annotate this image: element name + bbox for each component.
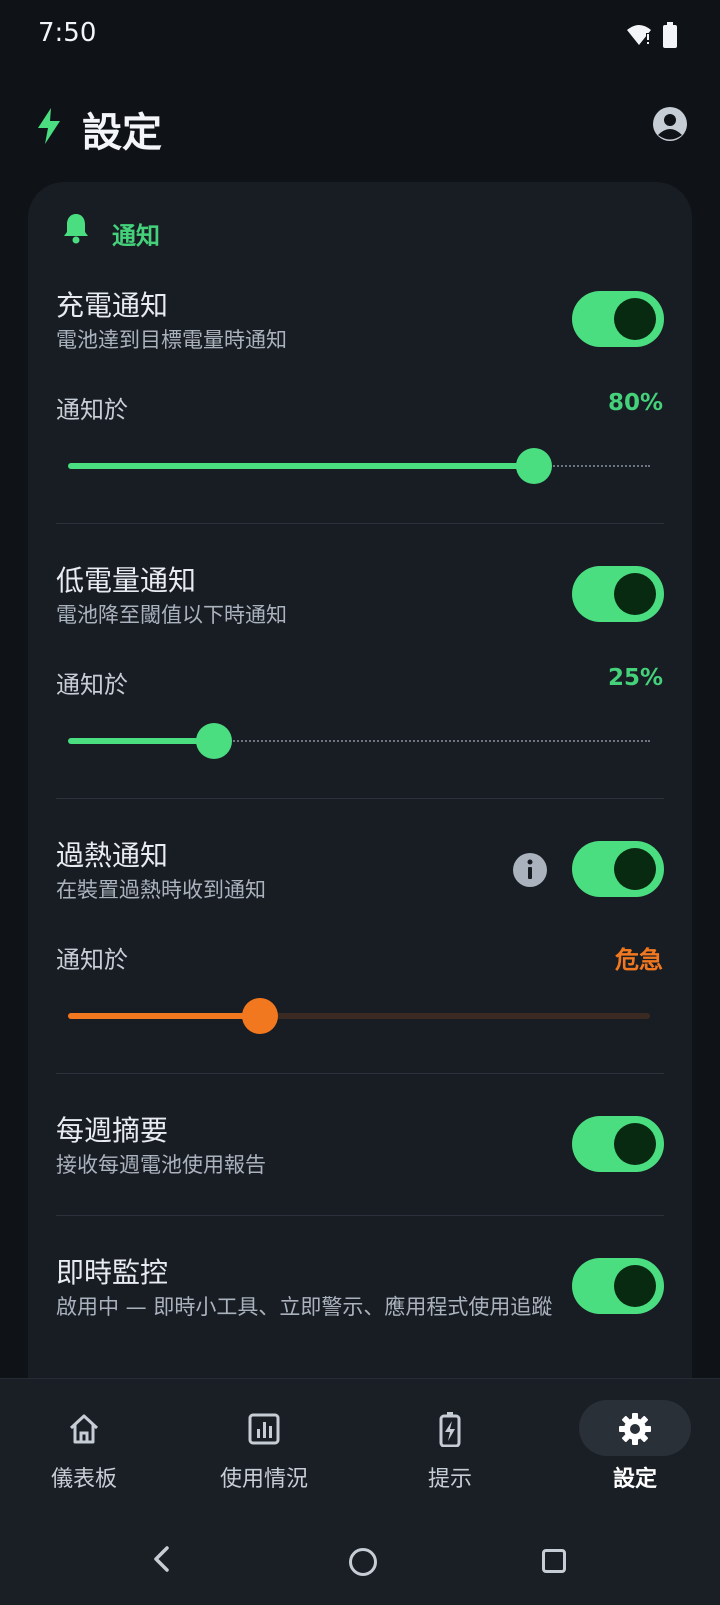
divider <box>56 798 664 799</box>
page-title: 設定 <box>82 110 162 156</box>
divider <box>56 523 664 524</box>
charge-threshold-value: 80% <box>607 390 663 416</box>
low-battery-title: 低電量通知 <box>56 564 197 597</box>
slider-thumb[interactable] <box>515 448 552 484</box>
slider-track <box>213 740 650 742</box>
toggle-knob <box>614 1123 656 1165</box>
nav-tips[interactable]: 提示 <box>360 1405 540 1495</box>
overheat-threshold-value: 危急 <box>615 946 663 974</box>
weekly-summary-subtitle: 接收每週電池使用報告 <box>56 1153 266 1177</box>
back-icon[interactable] <box>150 1545 174 1573</box>
weekly-summary-toggle[interactable] <box>572 1116 664 1172</box>
notifications-card <box>28 182 692 1422</box>
divider <box>56 1073 664 1074</box>
bolt-icon <box>38 108 60 144</box>
slider-fill <box>68 463 534 469</box>
slider-fill <box>68 738 214 744</box>
low-battery-threshold-slider[interactable] <box>68 723 650 759</box>
recent-apps-icon[interactable] <box>542 1549 566 1573</box>
overheat-threshold-label: 通知於 <box>56 946 128 974</box>
slider-fill <box>68 1013 261 1019</box>
status-time: 7:50 <box>38 18 97 48</box>
charge-notification-title: 充電通知 <box>56 289 169 322</box>
gear-icon <box>619 1413 651 1445</box>
low-battery-toggle[interactable] <box>572 566 664 622</box>
nav-usage[interactable]: 使用情況 <box>174 1405 354 1495</box>
nav-label: 提示 <box>427 1467 472 1492</box>
overheat-subtitle: 在裝置過熱時收到通知 <box>56 878 266 902</box>
battery-icon <box>663 22 677 48</box>
nav-label: 儀表板 <box>50 1467 117 1492</box>
toggle-knob <box>614 1265 656 1307</box>
nav-dashboard[interactable]: 儀表板 <box>0 1405 174 1495</box>
overheat-toggle[interactable] <box>572 841 664 897</box>
realtime-monitor-title: 即時監控 <box>56 1256 169 1289</box>
divider <box>56 1215 664 1216</box>
charge-notification-subtitle: 電池達到目標電量時通知 <box>56 328 287 352</box>
realtime-monitor-toggle[interactable] <box>572 1258 664 1314</box>
nav-settings[interactable]: 設定 <box>545 1405 720 1495</box>
charge-threshold-label: 通知於 <box>56 396 128 424</box>
overheat-title: 過熱通知 <box>56 839 169 872</box>
slider-thumb[interactable] <box>195 723 232 759</box>
low-battery-threshold-value: 25% <box>607 665 663 691</box>
weekly-summary-title: 每週摘要 <box>56 1114 169 1147</box>
nav-label: 設定 <box>612 1467 657 1492</box>
low-battery-threshold-label: 通知於 <box>56 671 128 699</box>
battery-bolt-icon <box>439 1412 461 1447</box>
nav-label: 使用情況 <box>219 1467 308 1492</box>
account-icon[interactable] <box>652 106 688 142</box>
toggle-knob <box>614 848 656 890</box>
overheat-threshold-slider[interactable] <box>68 998 650 1034</box>
toggle-knob <box>614 573 656 615</box>
charge-notification-toggle[interactable] <box>572 291 664 347</box>
section-title: 通知 <box>112 222 160 250</box>
chart-icon <box>248 1413 280 1445</box>
info-icon[interactable] <box>512 852 548 888</box>
toggle-knob <box>614 298 656 340</box>
status-icons <box>626 20 678 50</box>
home-icon <box>69 1414 99 1444</box>
home-button-icon[interactable] <box>349 1548 377 1576</box>
low-battery-subtitle: 電池降至閾值以下時通知 <box>56 603 287 627</box>
realtime-monitor-subtitle: 啟用中 — 即時小工具、立即警示、應用程式使用追蹤 <box>56 1295 553 1319</box>
bell-icon <box>64 214 88 244</box>
charge-threshold-slider[interactable] <box>68 448 650 484</box>
wifi-alert-icon <box>627 25 651 45</box>
slider-thumb[interactable] <box>242 998 279 1034</box>
